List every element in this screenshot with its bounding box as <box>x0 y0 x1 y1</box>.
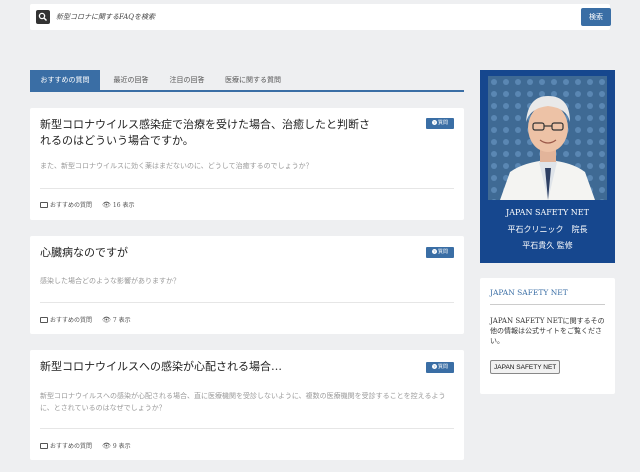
question-mark-icon: ? <box>431 120 437 125</box>
view-count: 7 表示 <box>112 317 131 324</box>
category-link[interactable]: おすすめの質問 <box>50 441 92 450</box>
divider <box>490 304 605 305</box>
faq-tabs: おすすめの質問 最近の回答 注目の回答 医療に関する質問 <box>30 70 464 92</box>
widget-text: JAPAN SAFETY NETに関するその他の情報は公式サイトをご覧ください。 <box>490 317 605 345</box>
tab-recommended[interactable]: おすすめの質問 <box>30 70 100 90</box>
banner-clinic: 平石クリニック 院長 <box>507 225 588 234</box>
japan-safety-net-button[interactable]: JAPAN SAFETY NET <box>490 360 561 374</box>
question-mark-icon: ? <box>431 249 437 254</box>
folder-icon <box>40 201 48 208</box>
eye-icon: 👁 <box>102 315 111 324</box>
eye-icon: 👁 <box>102 441 111 450</box>
widget-title: JAPAN SAFETY NET <box>490 288 568 297</box>
question-excerpt: 感染した場合どのような影響がありますか？ <box>40 277 180 285</box>
category-link[interactable]: おすすめの質問 <box>50 200 92 209</box>
search-bar: 検索 <box>30 4 611 30</box>
folder-icon <box>40 442 48 449</box>
question-title[interactable]: 心臓病なのですが <box>40 245 370 261</box>
sidebar-widget: JAPAN SAFETY NET JAPAN SAFETY NETに関するその他… <box>480 278 615 394</box>
banner-org-name: JAPAN SAFETY NET <box>506 208 589 217</box>
question-mark-icon: ? <box>431 364 437 369</box>
search-button[interactable]: 検索 <box>581 8 611 26</box>
category-link[interactable]: おすすめの質問 <box>50 315 92 324</box>
view-count: 9 表示 <box>112 443 131 450</box>
question-title[interactable]: 新型コロナウイルス感染症で治療を受けた場合、治癒したと判断されるのはどういう場合… <box>40 117 370 149</box>
question-meta: おすすめの質問 👁 9 表示 <box>40 441 131 450</box>
question-badge: ? 質問 <box>426 362 454 373</box>
search-icon <box>36 10 50 24</box>
question-excerpt: 新型コロナウイルスへの感染が心配される場合、直に医療機関を受診しないように、複数… <box>40 392 446 412</box>
divider <box>40 302 454 303</box>
question-card[interactable]: 新型コロナウイルスへの感染が心配される場合… ? 質問 新型コロナウイルスへの感染… <box>30 350 464 460</box>
eye-icon: 👁 <box>102 200 111 209</box>
tab-featured[interactable]: 注目の回答 <box>160 70 214 90</box>
question-card[interactable]: 新型コロナウイルス感染症で治療を受けた場合、治癒したと判断されるのはどういう場合… <box>30 108 464 220</box>
doctor-portrait-image <box>488 76 607 200</box>
question-card[interactable]: 心臓病なのですが ? 質問 感染した場合どのような影響がありますか？ おすすめの質… <box>30 236 464 334</box>
banner-supervisor: 平石貴久 監修 <box>522 241 573 250</box>
view-count: 16 表示 <box>112 202 135 209</box>
question-badge: ? 質問 <box>426 247 454 258</box>
question-meta: おすすめの質問 👁 16 表示 <box>40 200 134 209</box>
tab-medical[interactable]: 医療に関する質問 <box>218 70 288 90</box>
tab-recent[interactable]: 最近の回答 <box>104 70 158 90</box>
question-meta: おすすめの質問 👁 7 表示 <box>40 315 131 324</box>
divider <box>40 428 454 429</box>
question-title[interactable]: 新型コロナウイルスへの感染が心配される場合… <box>40 359 370 375</box>
divider <box>40 188 454 189</box>
question-excerpt: また、新型コロナウイルスに効く薬はまだないのに、どうして治癒するのでしょうか？ <box>40 162 313 170</box>
search-input[interactable] <box>56 9 576 25</box>
sidebar-banner[interactable]: JAPAN SAFETY NET 平石クリニック 院長 平石貴久 監修 <box>480 70 615 263</box>
question-badge: ? 質問 <box>426 118 454 129</box>
folder-icon <box>40 316 48 323</box>
